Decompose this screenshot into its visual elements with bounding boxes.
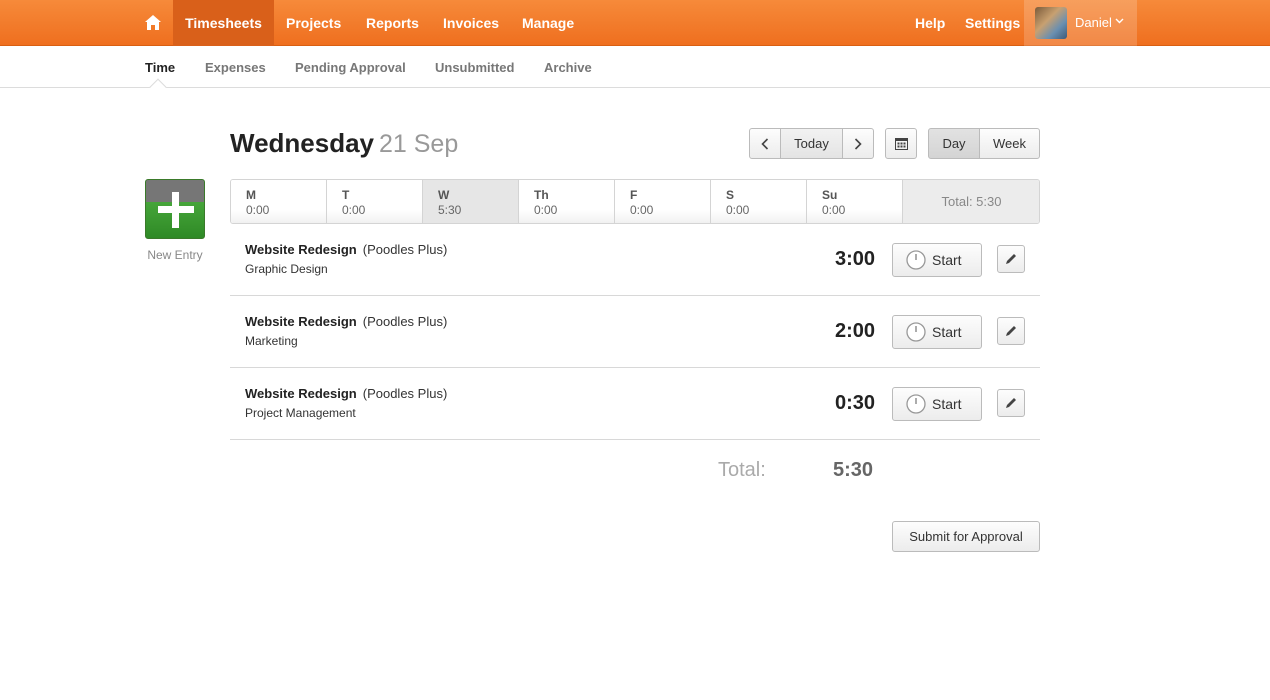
entry-client: (Poodles Plus) bbox=[362, 242, 448, 257]
day-tab-thursday[interactable]: Th 0:00 bbox=[519, 180, 615, 223]
day-hours: 0:00 bbox=[726, 203, 750, 217]
day-tab-sunday[interactable]: Su 0:00 bbox=[807, 180, 903, 223]
start-label: Start bbox=[932, 252, 962, 268]
clock-icon bbox=[906, 322, 926, 342]
settings-link[interactable]: Settings bbox=[965, 0, 1020, 46]
entry-project: Website Redesign bbox=[245, 314, 357, 329]
week-total: Total: 5:30 bbox=[903, 180, 1039, 223]
day-label: W bbox=[438, 188, 450, 202]
page-title: Wednesday bbox=[230, 128, 375, 158]
pencil-icon bbox=[1006, 398, 1016, 408]
nav-reports[interactable]: Reports bbox=[366, 0, 419, 46]
week-day-strip: M 0:00 T 0:00 W 5:30 Th 0:00 F 0:00 S 0:… bbox=[230, 179, 1040, 224]
view-day-button[interactable]: Day bbox=[928, 128, 980, 159]
time-entry-row: Website Redesign (Poodles Plus) Graphic D… bbox=[230, 224, 1040, 296]
entry-duration: 0:30 bbox=[834, 392, 875, 414]
clock-icon bbox=[906, 250, 926, 270]
chevron-right-icon bbox=[854, 138, 862, 150]
entry-client: (Poodles Plus) bbox=[362, 314, 448, 329]
total-label: Total: bbox=[718, 459, 766, 481]
time-entry-row: Website Redesign (Poodles Plus) Project M… bbox=[230, 368, 1040, 440]
entry-project: Website Redesign bbox=[245, 242, 357, 257]
entry-duration: 2:00 bbox=[834, 320, 875, 342]
today-button[interactable]: Today bbox=[780, 128, 843, 159]
user-name: Daniel bbox=[1075, 15, 1112, 30]
home-icon[interactable] bbox=[136, 0, 170, 46]
entry-duration: 3:00 bbox=[834, 248, 875, 270]
day-hours: 0:00 bbox=[822, 203, 846, 217]
day-hours: 0:00 bbox=[630, 203, 654, 217]
chevron-left-icon bbox=[761, 138, 769, 150]
nav-projects[interactable]: Projects bbox=[286, 0, 341, 46]
day-tab-monday[interactable]: M 0:00 bbox=[231, 180, 327, 223]
day-hours: 0:00 bbox=[534, 203, 558, 217]
day-label: T bbox=[342, 188, 350, 202]
next-day-button[interactable] bbox=[842, 128, 874, 159]
day-tab-tuesday[interactable]: T 0:00 bbox=[327, 180, 423, 223]
day-tab-saturday[interactable]: S 0:00 bbox=[711, 180, 807, 223]
start-timer-button[interactable]: Start bbox=[892, 315, 982, 349]
tab-unsubmitted[interactable]: Unsubmitted bbox=[435, 47, 514, 88]
entry-task: Project Management bbox=[245, 406, 356, 420]
day-label: Su bbox=[822, 188, 838, 202]
start-timer-button[interactable]: Start bbox=[892, 387, 982, 421]
tab-expenses[interactable]: Expenses bbox=[205, 47, 266, 88]
tab-pending-approval[interactable]: Pending Approval bbox=[295, 47, 406, 88]
entry-task: Marketing bbox=[245, 334, 298, 348]
entry-client: (Poodles Plus) bbox=[362, 386, 448, 401]
entry-project: Website Redesign bbox=[245, 386, 357, 401]
page-date: 21 Sep bbox=[379, 130, 459, 158]
nav-invoices[interactable]: Invoices bbox=[443, 0, 499, 46]
edit-entry-button[interactable] bbox=[997, 317, 1025, 345]
clock-icon bbox=[906, 394, 926, 414]
day-label: F bbox=[630, 188, 638, 202]
chevron-down-icon bbox=[1115, 18, 1124, 24]
day-label: S bbox=[726, 188, 735, 202]
tab-archive[interactable]: Archive bbox=[544, 47, 592, 88]
new-entry-button[interactable] bbox=[145, 179, 205, 239]
day-hours: 5:30 bbox=[438, 203, 462, 217]
top-nav-bar: Timesheets Projects Reports Invoices Man… bbox=[0, 0, 1270, 46]
time-entry-row: Website Redesign (Poodles Plus) Marketing… bbox=[230, 296, 1040, 368]
total-value: 5:30 bbox=[833, 459, 874, 481]
sub-nav: Time Expenses Pending Approval Unsubmitt… bbox=[0, 47, 1270, 88]
nav-manage[interactable]: Manage bbox=[522, 0, 574, 46]
submit-for-approval-button[interactable]: Submit for Approval bbox=[892, 521, 1040, 552]
pencil-icon bbox=[1006, 254, 1016, 264]
edit-entry-button[interactable] bbox=[997, 389, 1025, 417]
prev-day-button[interactable] bbox=[749, 128, 781, 159]
avatar bbox=[1035, 7, 1067, 39]
start-label: Start bbox=[932, 324, 962, 340]
nav-timesheets[interactable]: Timesheets bbox=[173, 0, 274, 46]
edit-entry-button[interactable] bbox=[997, 245, 1025, 273]
day-hours: 0:00 bbox=[342, 203, 366, 217]
help-link[interactable]: Help bbox=[915, 0, 945, 46]
view-week-button[interactable]: Week bbox=[979, 128, 1040, 159]
pencil-icon bbox=[1006, 326, 1016, 336]
calendar-button[interactable] bbox=[885, 128, 917, 159]
new-entry-label: New Entry bbox=[147, 248, 203, 262]
day-hours: 0:00 bbox=[246, 203, 270, 217]
day-label: M bbox=[246, 188, 256, 202]
start-label: Start bbox=[932, 396, 962, 412]
day-tab-wednesday[interactable]: W 5:30 bbox=[423, 180, 519, 223]
day-label: Th bbox=[534, 188, 549, 202]
user-menu[interactable]: Daniel bbox=[1024, 0, 1137, 46]
day-tab-friday[interactable]: F 0:00 bbox=[615, 180, 711, 223]
start-timer-button[interactable]: Start bbox=[892, 243, 982, 277]
entry-task: Graphic Design bbox=[245, 262, 328, 276]
calendar-icon bbox=[894, 138, 908, 150]
